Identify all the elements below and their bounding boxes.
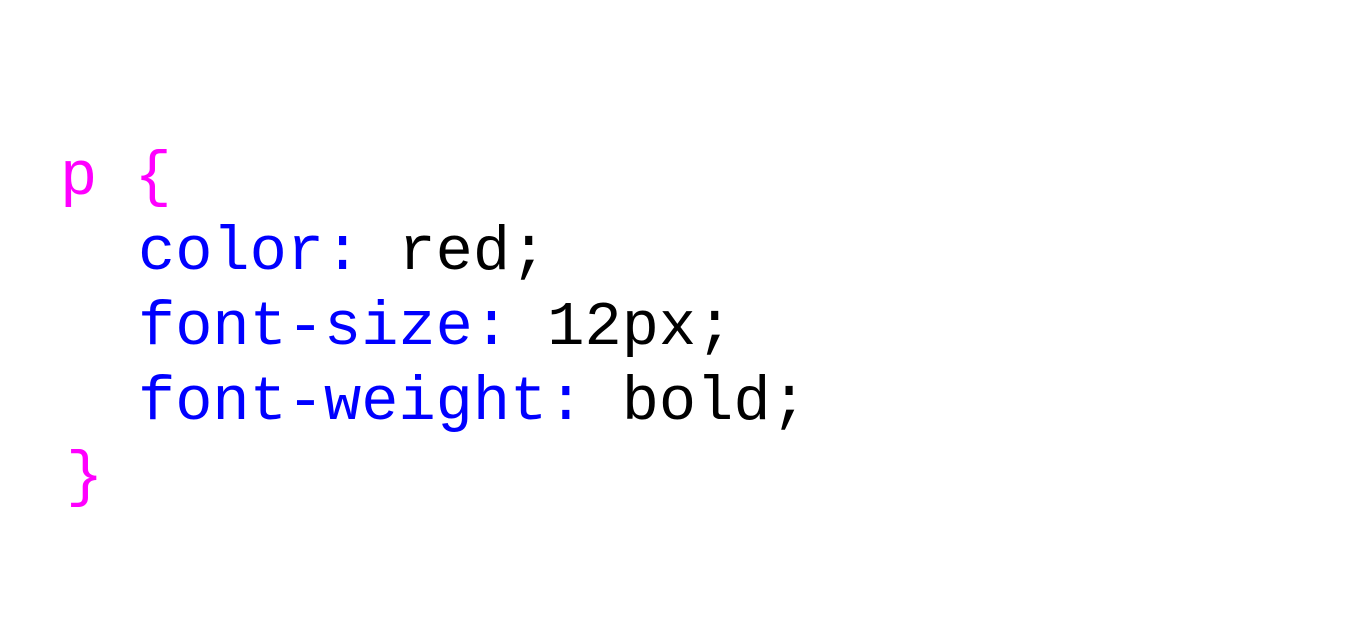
property-name: font-weight <box>138 367 548 438</box>
property-name: font-size <box>138 292 473 363</box>
selector-line: p { <box>60 140 808 215</box>
open-brace: { <box>134 142 172 213</box>
declaration-color: color: red; <box>60 215 808 290</box>
semicolon: ; <box>770 367 808 438</box>
colon: : <box>472 292 511 363</box>
property-value: bold <box>621 367 771 438</box>
close-brace: } <box>66 442 104 513</box>
highlighted-colon: : <box>324 217 362 288</box>
declaration-font-weight: font-weight: bold; <box>60 365 808 440</box>
semicolon: ; <box>696 292 734 363</box>
colon: : <box>547 367 585 438</box>
declaration-font-size: font-size: 12px; <box>60 290 808 365</box>
property-value: 12px <box>547 292 697 363</box>
property-value: red <box>398 217 511 288</box>
css-selector: p <box>60 142 98 213</box>
closing-line: } <box>60 440 808 515</box>
highlighted-semicolon: ; <box>510 217 548 288</box>
css-code-block: p { color: red; font-size: 12px; font-we… <box>60 140 808 515</box>
property-name: color <box>138 217 325 288</box>
